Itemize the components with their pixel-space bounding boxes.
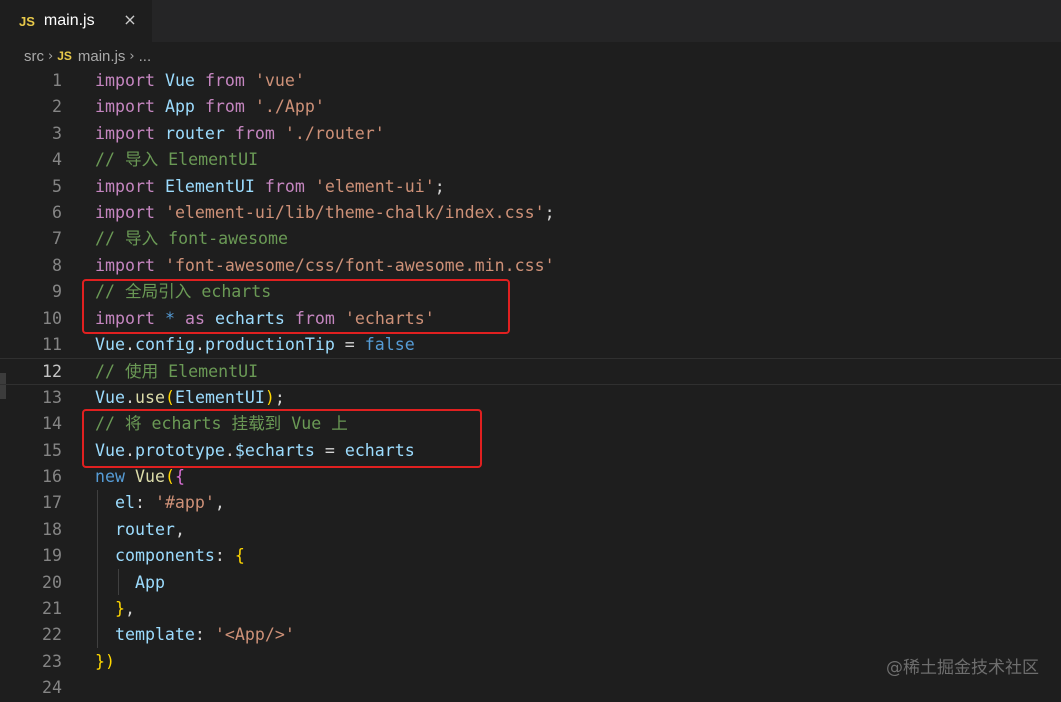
line-number: 16 [42, 467, 62, 486]
chevron-right-icon: › [48, 48, 54, 64]
breadcrumb-symbols[interactable]: ... [139, 48, 152, 65]
code-text: // 导入 font-awesome [95, 229, 289, 249]
code-line[interactable]: 13 Vue.use(ElementUI); [0, 385, 1061, 411]
code-line[interactable]: 2 import App from './App' [0, 94, 1061, 120]
code-line[interactable]: 7 // 导入 font-awesome [0, 226, 1061, 252]
tab-bar: JS main.js × [0, 0, 1061, 42]
code-text: import 'element-ui/lib/theme-chalk/index… [95, 203, 555, 222]
code-text: el: '#app', [114, 493, 225, 513]
line-number: 15 [42, 440, 62, 460]
line-number: 19 [42, 546, 62, 566]
code-text: router, [114, 519, 185, 539]
line-number: 4 [52, 150, 62, 170]
code-line[interactable]: 12 // 使用 ElementUI [0, 358, 1061, 385]
line-number: 14 [42, 414, 62, 434]
line-number: 20 [42, 572, 62, 592]
code-text: import Vue from 'vue' [95, 71, 305, 90]
indent-guide [118, 569, 119, 595]
line-number: 1 [52, 71, 62, 90]
code-editor[interactable]: 1 import Vue from 'vue' 2 import App from '… [0, 68, 1061, 698]
line-number: 17 [42, 493, 62, 513]
code-line[interactable]: 18 router, [0, 517, 1061, 543]
code-line[interactable]: 21 }, [0, 596, 1061, 622]
javascript-file-icon: JS [19, 13, 35, 29]
code-text: App [134, 572, 165, 592]
line-number: 22 [42, 625, 62, 645]
close-icon[interactable]: × [121, 11, 139, 29]
line-number: 9 [52, 282, 62, 302]
breadcrumb: src › JS main.js › ... [0, 42, 1061, 70]
line-number: 7 [52, 229, 62, 249]
breadcrumb-file[interactable]: main.js [78, 48, 126, 65]
code-line[interactable]: 3 import router from './router' [0, 121, 1061, 147]
line-number: 2 [52, 97, 62, 117]
line-number: 8 [52, 255, 62, 275]
code-text: import App from './App' [95, 97, 325, 117]
line-number: 23 [42, 651, 62, 671]
code-text: import router from './router' [95, 123, 385, 143]
code-text: // 导入 ElementUI [95, 150, 259, 170]
code-line[interactable]: 8 import 'font-awesome/css/font-awesome.m… [0, 253, 1061, 279]
code-line[interactable]: 5 import ElementUI from 'element-ui'; [0, 174, 1061, 200]
code-text: }, [114, 599, 135, 618]
line-number: 21 [42, 599, 62, 618]
indent-guide [97, 490, 98, 648]
line-number: 3 [52, 123, 62, 143]
line-number: 11 [42, 335, 62, 354]
code-text: import ElementUI from 'element-ui'; [95, 176, 445, 196]
code-line[interactable]: 11 Vue.config.productionTip = false [0, 332, 1061, 358]
code-text: Vue.use(ElementUI); [95, 387, 285, 407]
tab-main-js[interactable]: JS main.js × [0, 0, 152, 42]
line-number: 12 [42, 362, 62, 382]
code-text: Vue.config.productionTip = false [95, 335, 415, 354]
highlight-box-echarts-import [82, 279, 510, 334]
code-text: // 使用 ElementUI [95, 362, 259, 382]
code-line[interactable]: 22 template: '<App/>' [0, 622, 1061, 648]
watermark: @稀土掘金技术社区 [886, 658, 1039, 678]
line-number: 5 [52, 176, 62, 196]
line-number: 6 [52, 203, 62, 222]
javascript-file-icon: JS [57, 49, 72, 63]
code-line[interactable]: 17 el: '#app', [0, 490, 1061, 516]
line-number: 13 [42, 387, 62, 407]
tab-label: main.js [43, 12, 95, 29]
code-line[interactable]: 1 import Vue from 'vue' [0, 68, 1061, 94]
code-line[interactable]: 19 components: { [0, 543, 1061, 569]
code-text: import 'font-awesome/css/font-awesome.mi… [95, 255, 555, 275]
code-text: components: { [114, 546, 245, 566]
code-text: }) [95, 651, 115, 671]
code-line[interactable]: 4 // 导入 ElementUI [0, 147, 1061, 173]
line-number: 18 [42, 519, 62, 539]
code-text: template: '<App/>' [114, 625, 295, 645]
highlight-box-echarts-prototype [82, 409, 482, 468]
line-number: 10 [42, 308, 62, 328]
code-line[interactable]: 20 App [0, 570, 1061, 596]
chevron-right-icon: › [129, 48, 135, 64]
breadcrumb-folder-src[interactable]: src [24, 48, 44, 65]
code-line[interactable]: 6 import 'element-ui/lib/theme-chalk/inde… [0, 200, 1061, 226]
